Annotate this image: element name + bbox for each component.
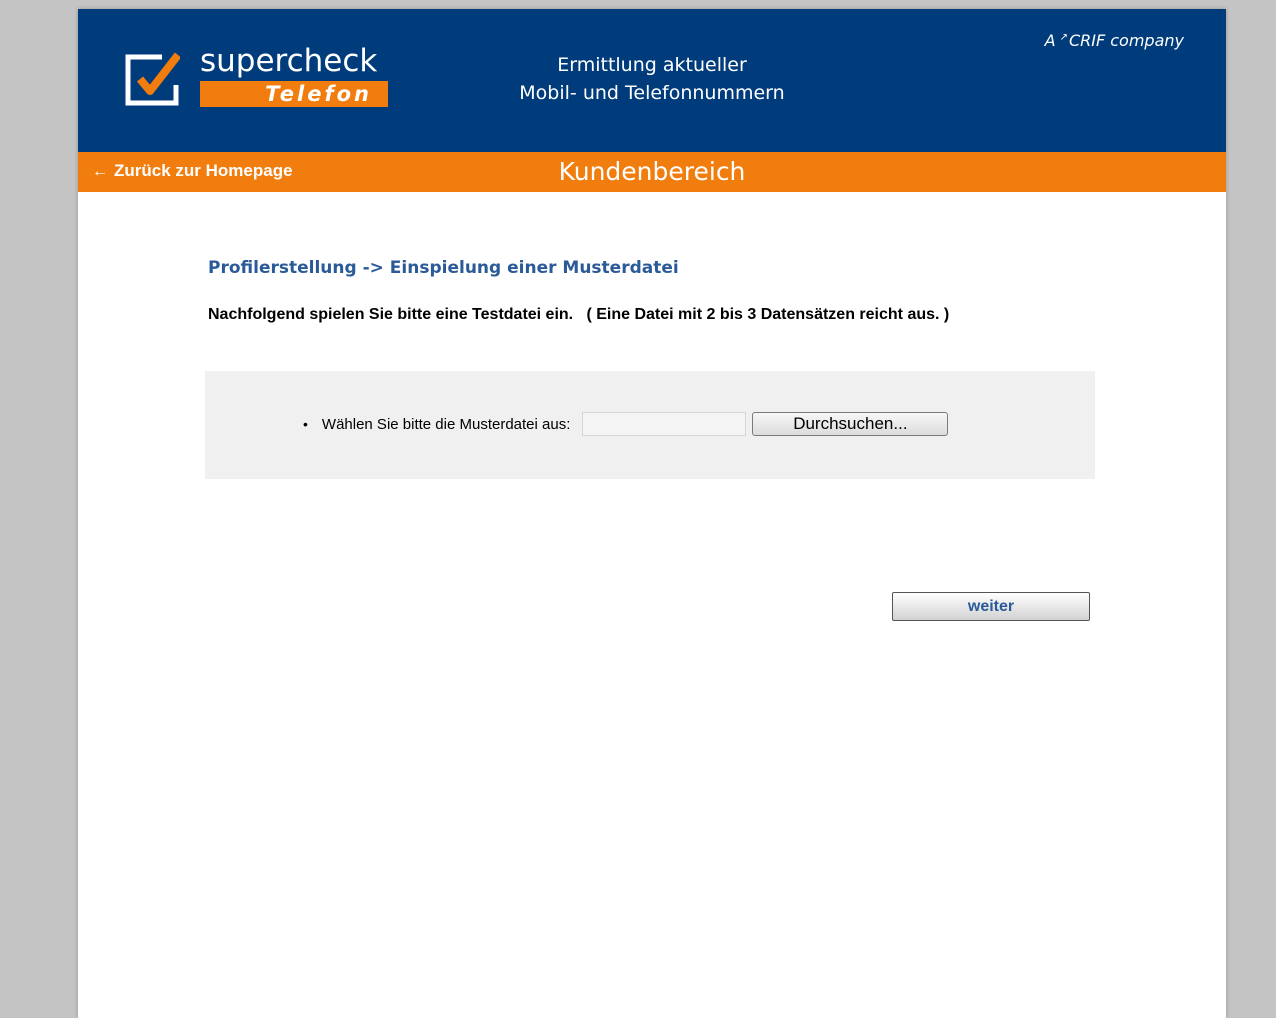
instruction-text: Nachfolgend spielen Sie bitte eine Testd… bbox=[208, 306, 950, 323]
crif-name: CRIF company bbox=[1068, 31, 1184, 50]
navbar: ← Zurück zur Homepage Kundenbereich bbox=[78, 152, 1226, 192]
logo-wordmark: supercheck bbox=[200, 43, 378, 79]
tagline-line-2: Mobil- und Telefonnummern bbox=[519, 82, 785, 104]
page: supercheck Telefon Ermittlung aktueller … bbox=[78, 9, 1226, 1018]
header: supercheck Telefon Ermittlung aktueller … bbox=[78, 9, 1226, 152]
crif-prefix: A bbox=[1044, 31, 1056, 50]
tagline-line-1: Ermittlung aktueller bbox=[557, 54, 747, 76]
logo-subtitle: Telefon bbox=[200, 81, 388, 107]
file-path-input[interactable] bbox=[582, 412, 747, 436]
checkbox-check-icon bbox=[125, 52, 180, 106]
upload-row: • Wählen Sie bitte die Musterdatei aus: … bbox=[303, 409, 949, 439]
header-tagline: Ermittlung aktueller Mobil- und Telefonn… bbox=[478, 51, 826, 107]
crif-company-logo: A ↗CRIF company bbox=[1045, 27, 1184, 52]
upload-label: Wählen Sie bitte die Musterdatei aus: bbox=[321, 415, 571, 433]
browse-button[interactable]: Durchsuchen... bbox=[752, 412, 949, 436]
upload-panel: • Wählen Sie bitte die Musterdatei aus: … bbox=[205, 371, 1095, 479]
crif-arrow-icon: ↗ bbox=[1059, 32, 1068, 43]
next-button[interactable]: weiter bbox=[892, 592, 1090, 621]
back-link-label: Zurück zur Homepage bbox=[114, 161, 293, 180]
back-to-homepage-link[interactable]: ← Zurück zur Homepage bbox=[92, 152, 293, 192]
bullet-icon: • bbox=[303, 416, 308, 432]
page-title: Profilerstellung -> Einspielung einer Mu… bbox=[208, 258, 679, 278]
supercheck-logo[interactable]: supercheck Telefon bbox=[124, 43, 394, 113]
arrow-left-icon: ← bbox=[92, 163, 108, 180]
